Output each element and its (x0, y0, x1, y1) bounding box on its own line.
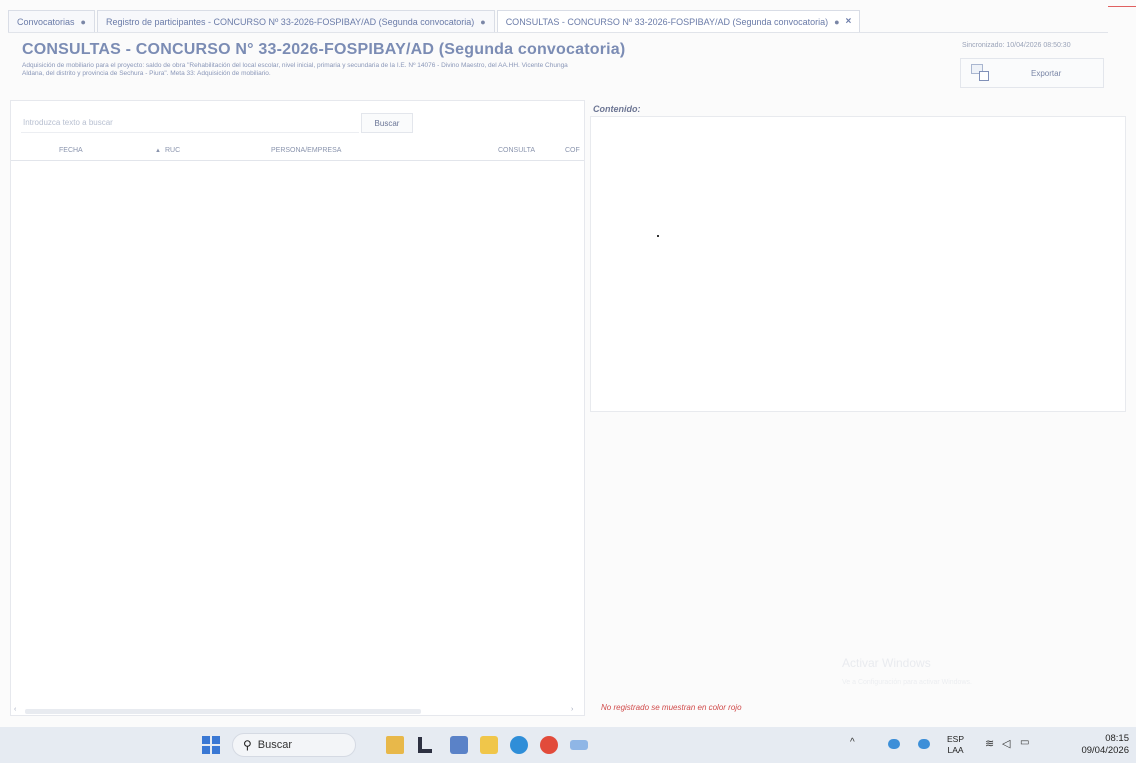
clock-date: 09/04/2026 (1081, 745, 1129, 756)
wifi-icon[interactable]: ≋ (985, 737, 994, 750)
tab-close-icon[interactable]: × (846, 16, 852, 27)
tab-label: Convocatorias (17, 16, 75, 27)
file-explorer-icon[interactable] (480, 736, 498, 754)
column-header-persona-empresa[interactable]: PERSONA/EMPRESA (271, 147, 341, 154)
tab-pin-icon[interactable]: ● (834, 17, 839, 27)
search-button[interactable]: Buscar (361, 113, 413, 133)
column-header-ruc[interactable]: RUC (165, 147, 180, 154)
column-header-fecha[interactable]: FECHA (59, 147, 83, 154)
export-label: Exportar (1031, 68, 1062, 78)
keyboard-layout: LAA (947, 745, 964, 755)
page-title: CONSULTAS - CONCURSO N° 33-2026-FOSPIBAY… (22, 41, 626, 58)
tab-pin-icon[interactable]: ● (81, 17, 86, 27)
scroll-right-icon[interactable]: › (571, 706, 573, 713)
window-accent-line (1108, 6, 1136, 7)
task-view-icon[interactable] (418, 737, 432, 753)
content-label: Contenido: (593, 104, 641, 114)
language-code: ESP (947, 734, 965, 744)
onedrive-icon[interactable] (918, 739, 930, 749)
chat-icon[interactable] (450, 736, 468, 754)
content-dot (657, 235, 659, 237)
export-icon (971, 64, 991, 82)
tab-registro-participantes[interactable]: Registro de participantes - CONCURSO Nº … (96, 10, 495, 32)
tab-divider (8, 32, 1108, 33)
export-button[interactable]: Exportar (960, 58, 1104, 88)
edge-browser-icon[interactable] (510, 736, 528, 754)
tab-bar: Convocatorias ● Registro de participante… (8, 10, 862, 32)
content-viewer (590, 116, 1126, 412)
chrome-browser-icon[interactable] (540, 736, 558, 754)
sync-status: Sincronizado: 10/04/2026 08:50:30 (962, 42, 1071, 49)
application-window: Convocatorias ● Registro de participante… (0, 0, 1136, 727)
windows-start-icon[interactable] (202, 736, 220, 754)
tab-convocatorias[interactable]: Convocatorias ● (8, 10, 95, 32)
language-indicator[interactable]: ESP LAA (947, 734, 964, 756)
system-clock[interactable]: 08:15 09/04/2026 (1061, 733, 1129, 757)
column-header-consulta[interactable]: CONSULTA (498, 147, 535, 154)
tray-expand-icon[interactable]: ^ (850, 737, 855, 748)
legend-note: No registrado se muestran en color rojo (601, 703, 742, 712)
page-description: Adquisición de mobiliario para el proyec… (22, 62, 568, 77)
scrollbar-thumb[interactable] (25, 709, 421, 714)
widgets-icon[interactable] (386, 736, 404, 754)
app-icon[interactable] (570, 740, 588, 750)
battery-icon[interactable]: ▭ (1020, 737, 1029, 748)
tab-label: CONSULTAS - CONCURSO Nº 33-2026-FOSPIBAY… (505, 16, 829, 27)
volume-icon[interactable]: ◁ (1002, 737, 1010, 750)
activate-windows-watermark: Activar Windows (842, 656, 931, 670)
taskbar-search-label: Buscar (257, 739, 293, 751)
activate-windows-subtext: Ve a Configuración para activar Windows. (842, 679, 972, 686)
tab-consultas[interactable]: CONSULTAS - CONCURSO Nº 33-2026-FOSPIBAY… (496, 10, 861, 32)
column-header-cof[interactable]: COF (565, 147, 580, 154)
search-input[interactable] (21, 113, 359, 133)
tab-pin-icon[interactable]: ● (480, 17, 485, 27)
taskbar-search[interactable]: ⚲ Buscar (232, 733, 356, 757)
sort-asc-icon[interactable]: ▲ (155, 148, 161, 154)
onedrive-icon[interactable] (888, 739, 900, 749)
horizontal-scrollbar[interactable]: ‹ › (11, 706, 584, 716)
taskbar: ⚲ Buscar ^ ESP LAA ≋ ◁ ▭ 08:15 09/04/202… (0, 727, 1136, 763)
scroll-left-icon[interactable]: ‹ (14, 706, 16, 713)
clock-time: 08:15 (1105, 733, 1129, 744)
grid-header: FECHA ▲ RUC PERSONA/EMPRESA CONSULTA COF (11, 141, 584, 161)
search-icon: ⚲ (243, 738, 252, 752)
consultas-grid-panel: Buscar FECHA ▲ RUC PERSONA/EMPRESA CONSU… (10, 100, 585, 716)
tab-label: Registro de participantes - CONCURSO Nº … (105, 16, 475, 27)
